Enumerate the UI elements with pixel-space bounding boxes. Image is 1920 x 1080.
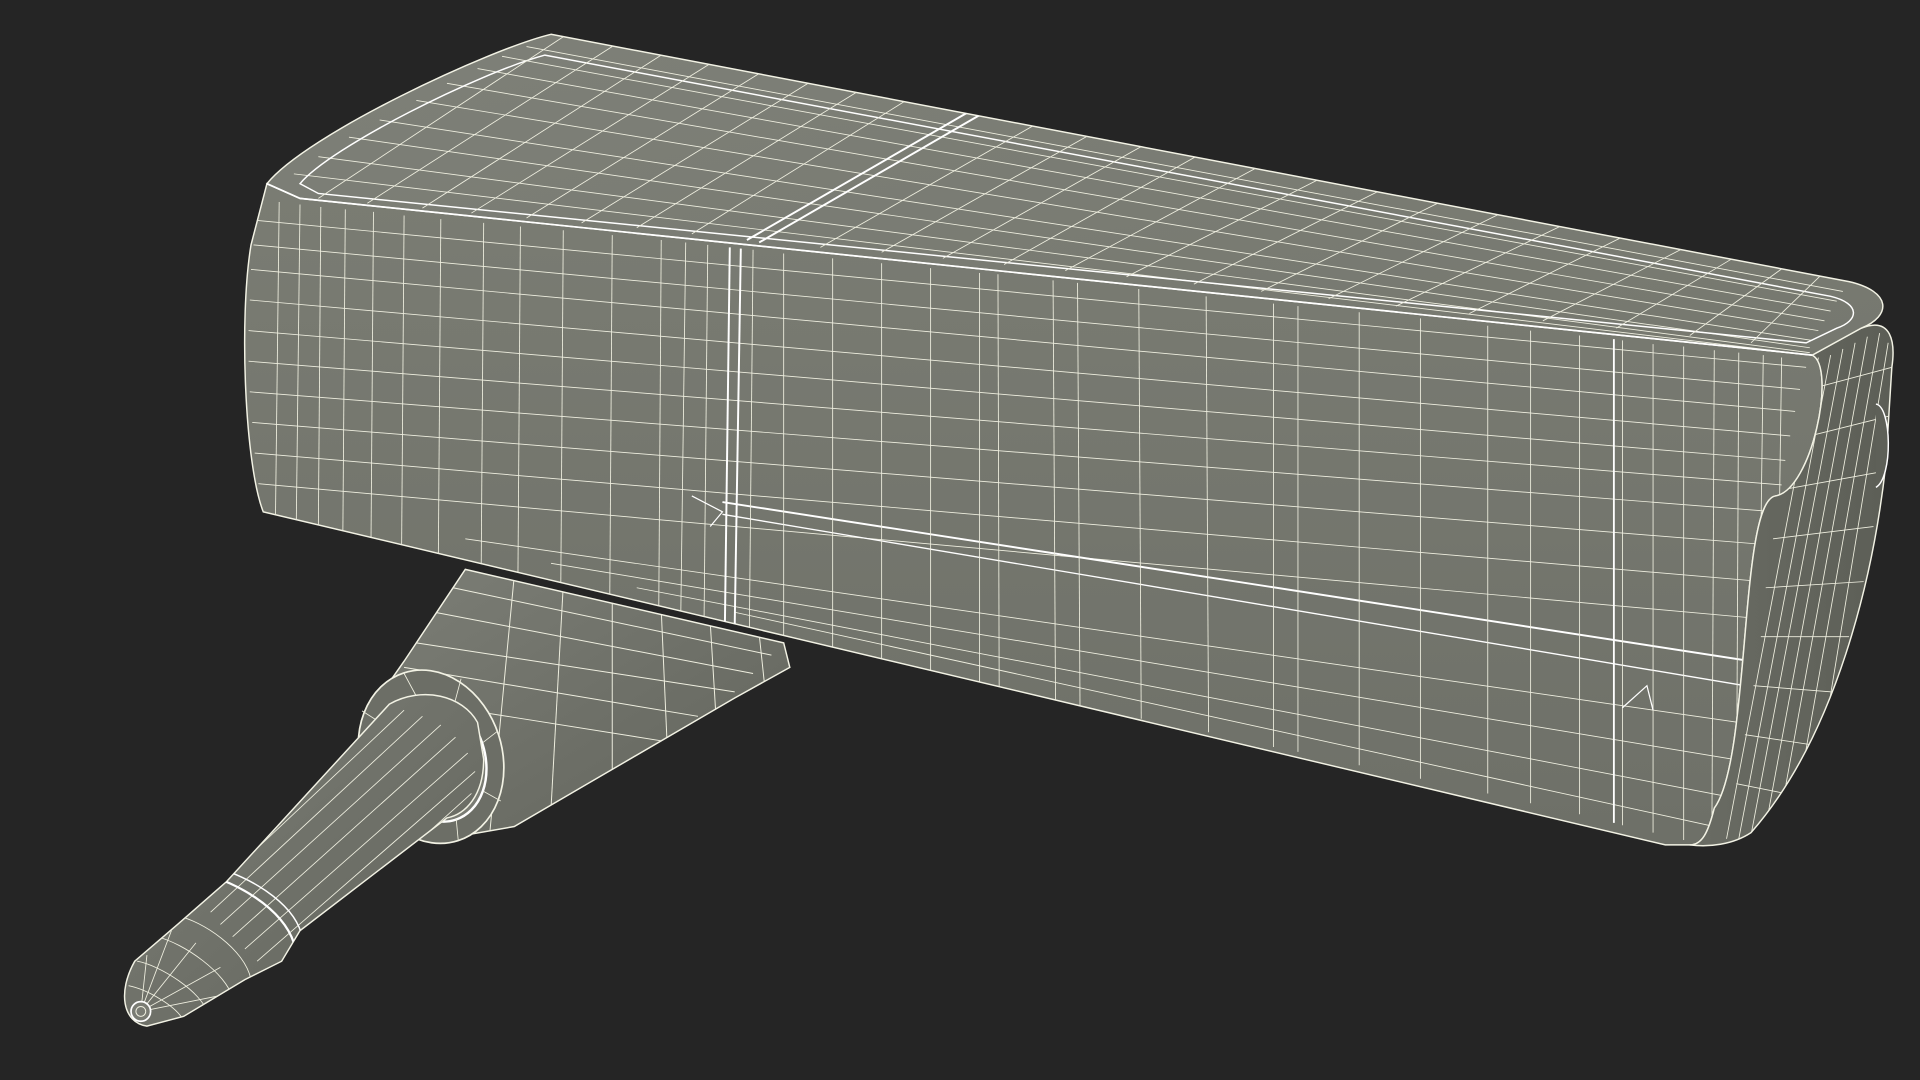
pin-tip [130, 1000, 152, 1023]
wireframe-render [0, 0, 1920, 1080]
